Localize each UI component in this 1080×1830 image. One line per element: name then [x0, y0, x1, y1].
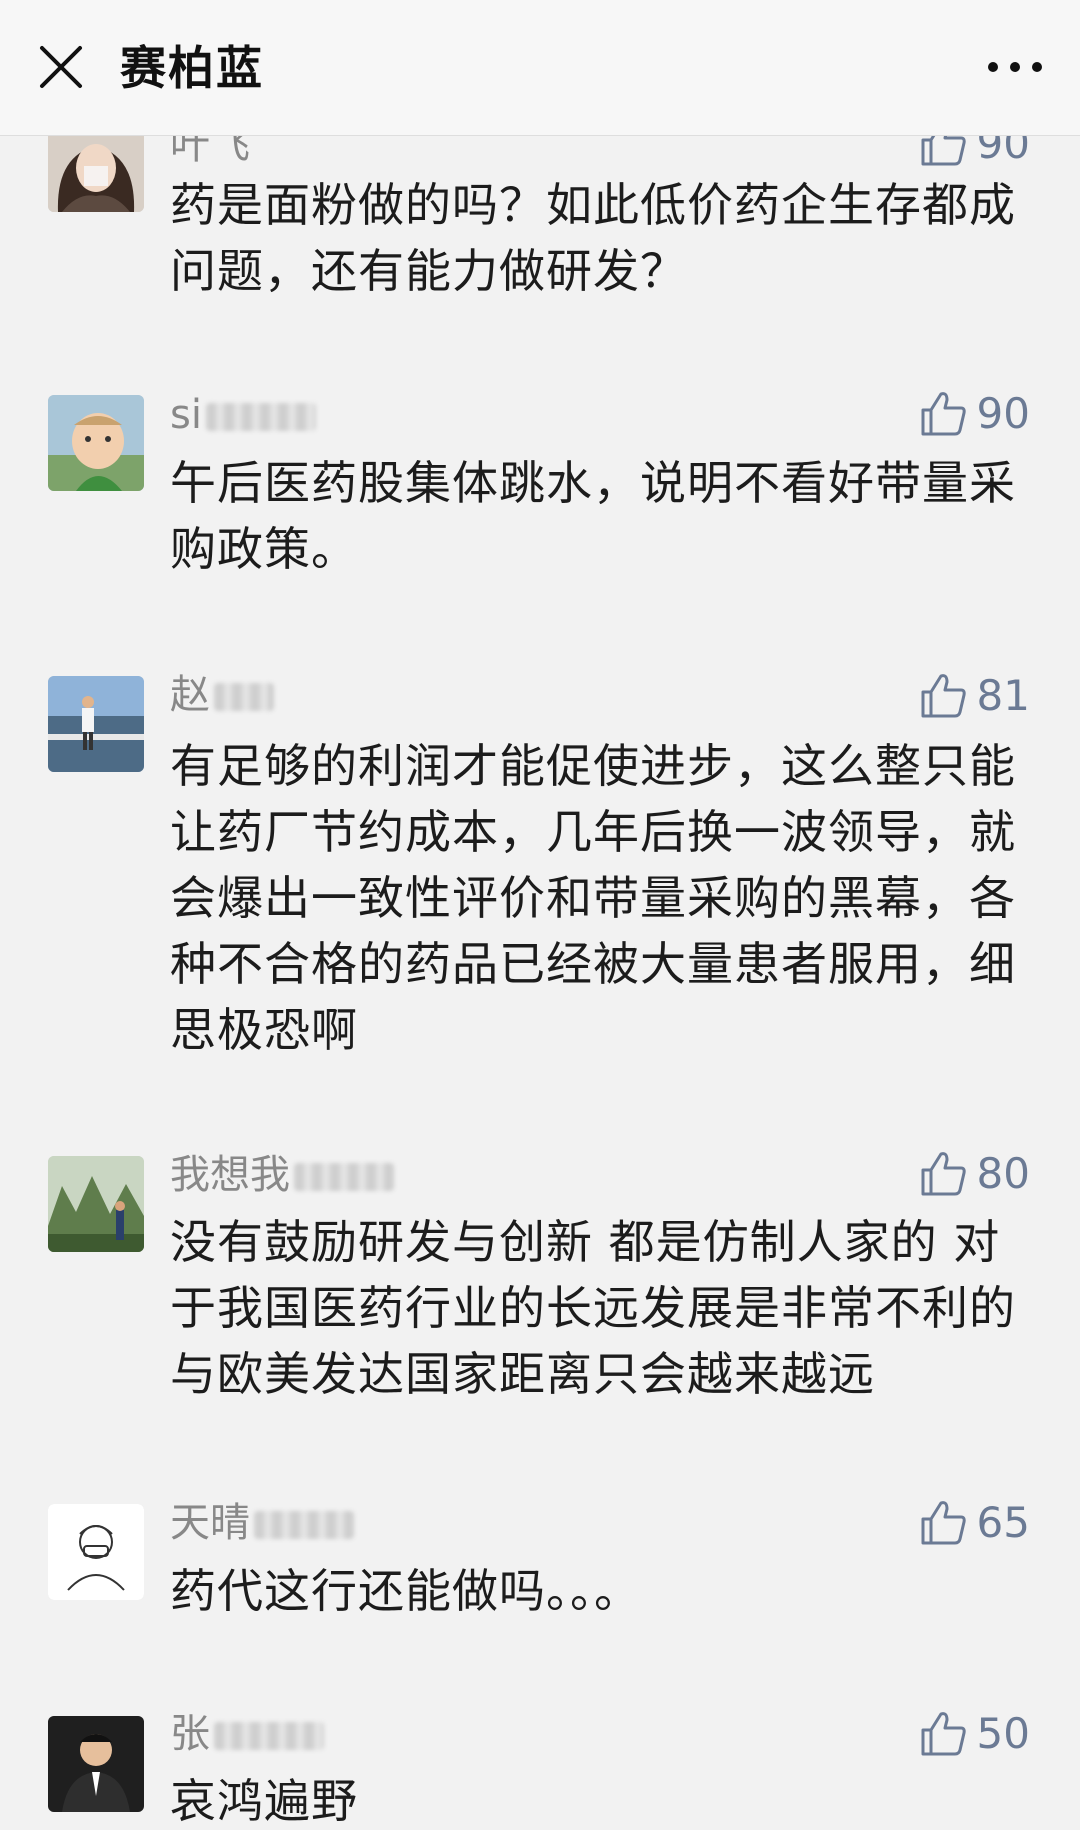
avatar-sketch-icon	[48, 1504, 144, 1600]
avatar-baby-icon	[48, 395, 144, 491]
more-icon	[988, 62, 1042, 72]
thumbs-up-icon	[921, 1501, 966, 1545]
avatar[interactable]	[48, 1716, 144, 1812]
nickname-text: 张	[170, 1711, 210, 1757]
avatar[interactable]	[48, 676, 144, 772]
nickname-text: 赵	[170, 672, 210, 718]
like-count: 65	[976, 1498, 1030, 1547]
avatar[interactable]	[48, 1504, 144, 1600]
nickname[interactable]: 赵	[170, 668, 274, 722]
blurred-name	[294, 1163, 394, 1191]
nickname[interactable]: 我想我	[170, 1148, 394, 1202]
nickname-text: 天晴	[170, 1500, 250, 1546]
page-title: 赛柏蓝	[120, 41, 264, 95]
comment-text: 药代这行还能做吗。。。	[170, 1564, 641, 1618]
blurred-name	[205, 403, 316, 431]
nickname[interactable]: si	[170, 388, 316, 442]
like-button[interactable]: 90	[917, 385, 1030, 443]
comment-text: 药是面粉做的吗？如此低价药企生存都成问题，还有能力做研发？	[170, 178, 1016, 298]
comments-page: 叶飞 90 药是面粉做的吗？如此低价药企生存都成问题，还有能力做研发？ si 9…	[0, 0, 1080, 1830]
close-icon	[40, 46, 82, 88]
thumbs-up-icon	[921, 1152, 966, 1196]
nickname[interactable]: 天晴	[170, 1496, 354, 1550]
like-button[interactable]: 65	[917, 1494, 1030, 1552]
avatar-man-suit-icon	[48, 1716, 144, 1812]
comment-text: 没有鼓励研发与创新 都是仿制人家的 对于我国医药行业的长远发展是非常不利的 与欧…	[170, 1215, 1016, 1401]
nickname-text: si	[170, 392, 202, 438]
top-navbar: 赛柏蓝	[0, 0, 1080, 136]
blurred-name	[214, 1722, 324, 1750]
nickname[interactable]: 张	[170, 1707, 324, 1761]
comment-text: 午后医药股集体跳水，说明不看好带量采购政策。	[170, 456, 1016, 576]
nickname-text: 我想我	[170, 1152, 290, 1198]
like-count: 81	[976, 671, 1030, 720]
comment-text: 有足够的利润才能促使进步，这么整只能让药厂节约成本，几年后换一波领导，就会爆出一…	[170, 739, 1016, 1057]
like-count: 50	[976, 1709, 1030, 1758]
close-button[interactable]	[34, 40, 88, 94]
more-button[interactable]	[980, 40, 1050, 94]
like-count: 90	[976, 389, 1030, 438]
thumbs-up-icon	[921, 392, 966, 436]
avatar-landscape-icon	[48, 1156, 144, 1252]
comment-list[interactable]: 叶飞 90 药是面粉做的吗？如此低价药企生存都成问题，还有能力做研发？ si 9…	[0, 0, 1080, 1830]
avatar[interactable]	[48, 395, 144, 491]
thumbs-up-icon	[921, 1712, 966, 1756]
like-button[interactable]: 50	[917, 1705, 1030, 1763]
blurred-name	[214, 683, 274, 711]
avatar-man-outdoor-icon	[48, 676, 144, 772]
avatar[interactable]	[48, 1156, 144, 1252]
like-button[interactable]: 80	[917, 1145, 1030, 1203]
blurred-name	[254, 1511, 354, 1539]
like-button[interactable]: 81	[917, 667, 1030, 725]
thumbs-up-icon	[921, 674, 966, 718]
like-count: 80	[976, 1149, 1030, 1198]
comment-text: 哀鸿遍野	[170, 1774, 358, 1828]
